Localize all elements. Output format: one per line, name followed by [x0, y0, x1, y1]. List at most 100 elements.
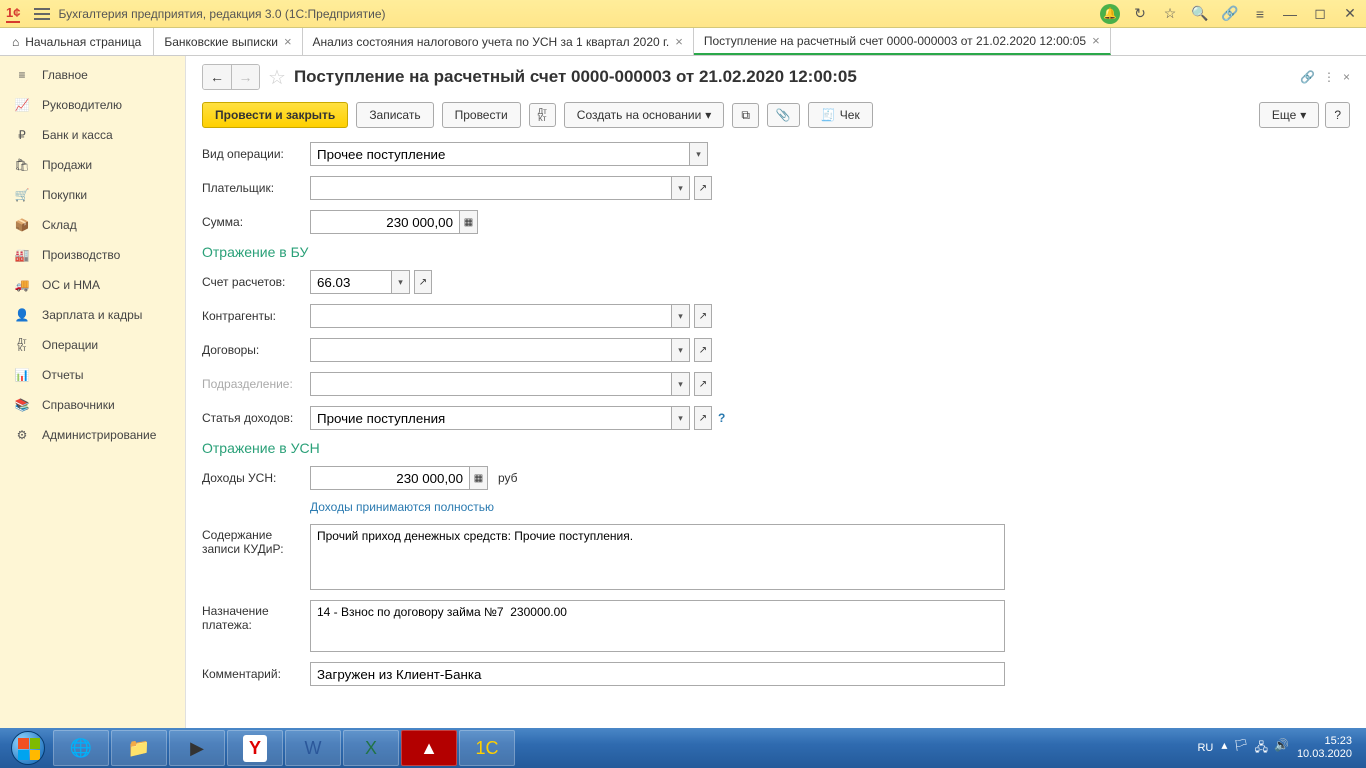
task-excel[interactable]: X	[343, 730, 399, 766]
main-menu-icon[interactable]	[34, 8, 50, 20]
windows-taskbar: 🌐 📁 ▶ Y W X ▲ 1С RU ▴ 🏳 🖧 🔊 15:23 10.03.…	[0, 728, 1366, 768]
save-button[interactable]: Записать	[356, 102, 433, 128]
sidebar-item-production[interactable]: 🏭Производство	[0, 240, 185, 270]
usn-income-field[interactable]	[310, 466, 470, 490]
account-open-button[interactable]: ↗	[414, 270, 432, 294]
structure-button[interactable]: ⧉	[732, 103, 759, 128]
amount-calc-button[interactable]: ▦	[460, 210, 478, 234]
department-open-button[interactable]: ↗	[694, 372, 712, 396]
notifications-icon[interactable]: 🔔	[1100, 4, 1120, 24]
counterparties-dropdown-button[interactable]: ▾	[672, 304, 690, 328]
check-button[interactable]: 🧾 Чек	[808, 102, 873, 128]
home-icon: ⌂	[12, 35, 19, 49]
nav-forward-button[interactable]: →	[231, 65, 259, 89]
tab-usn-analysis[interactable]: Анализ состояния налогового учета по УСН…	[303, 28, 694, 55]
tray-flag-icon[interactable]: 🏳	[1233, 738, 1248, 759]
income-item-dropdown-button[interactable]: ▾	[672, 406, 690, 430]
counterparties-field[interactable]	[310, 304, 672, 328]
tray-icons[interactable]: ▴ 🏳 🖧 🔊	[1221, 738, 1289, 759]
task-yandex[interactable]: Y	[227, 730, 283, 766]
help-button[interactable]: ?	[1325, 102, 1350, 128]
sidebar-item-label: Покупки	[42, 188, 87, 202]
payment-purpose-textarea[interactable]	[310, 600, 1005, 652]
start-button[interactable]	[4, 730, 52, 766]
attach-button[interactable]: 📎	[767, 103, 800, 127]
section-bu-title: Отражение в БУ	[202, 244, 1350, 260]
favorite-star-icon[interactable]: ☆	[268, 65, 286, 90]
amount-field[interactable]	[310, 210, 460, 234]
income-item-help-icon[interactable]: ?	[718, 411, 725, 425]
sidebar-item-bank[interactable]: ₽Банк и касса	[0, 120, 185, 150]
task-pdf[interactable]: ▲	[401, 730, 457, 766]
tray-clock[interactable]: 15:23 10.03.2020	[1297, 735, 1352, 761]
chart-icon: 📈	[14, 98, 30, 112]
income-item-field[interactable]	[310, 406, 672, 430]
department-dropdown-button[interactable]: ▾	[672, 372, 690, 396]
create-based-button[interactable]: Создать на основании ▾	[564, 102, 725, 128]
tab-bank-statements[interactable]: Банковские выписки ×	[154, 28, 302, 55]
sidebar-item-payroll[interactable]: 👤Зарплата и кадры	[0, 300, 185, 330]
task-media[interactable]: ▶	[169, 730, 225, 766]
payer-field[interactable]	[310, 176, 672, 200]
tab-bar: ⌂ Начальная страница Банковские выписки …	[0, 28, 1366, 56]
payer-label: Плательщик:	[202, 181, 310, 195]
more-panel-icon[interactable]: ⋮	[1323, 70, 1335, 84]
payer-dropdown-button[interactable]: ▾	[672, 176, 690, 200]
task-1c[interactable]: 1С	[459, 730, 515, 766]
task-ie[interactable]: 🌐	[53, 730, 109, 766]
account-field[interactable]	[310, 270, 392, 294]
task-word[interactable]: W	[285, 730, 341, 766]
op-type-field[interactable]	[310, 142, 690, 166]
income-item-open-button[interactable]: ↗	[694, 406, 712, 430]
tab-close-icon[interactable]: ×	[1092, 33, 1100, 48]
usn-income-calc-button[interactable]: ▦	[470, 466, 488, 490]
sidebar-item-reports[interactable]: 📊Отчеты	[0, 360, 185, 390]
account-dropdown-button[interactable]: ▾	[392, 270, 410, 294]
contracts-dropdown-button[interactable]: ▾	[672, 338, 690, 362]
maximize-icon[interactable]: ◻	[1310, 4, 1330, 24]
comment-field[interactable]	[310, 662, 1005, 686]
counterparties-open-button[interactable]: ↗	[694, 304, 712, 328]
minimize-icon[interactable]: —	[1280, 4, 1300, 24]
post-close-button[interactable]: Провести и закрыть	[202, 102, 348, 128]
sidebar-item-sales[interactable]: 🛍Продажи	[0, 150, 185, 180]
tab-incoming-payment[interactable]: Поступление на расчетный счет 0000-00000…	[694, 28, 1111, 55]
tray-sound-icon[interactable]: 🔊	[1274, 738, 1289, 759]
tray-network-icon[interactable]: 🖧	[1255, 738, 1268, 759]
favorites-icon[interactable]: ☆	[1160, 4, 1180, 24]
task-explorer[interactable]: 📁	[111, 730, 167, 766]
contracts-field[interactable]	[310, 338, 672, 362]
department-field[interactable]	[310, 372, 672, 396]
close-icon[interactable]: ✕	[1340, 4, 1360, 24]
sidebar-item-purchases[interactable]: 🛒Покупки	[0, 180, 185, 210]
search-icon[interactable]: 🔍	[1190, 4, 1210, 24]
post-button[interactable]: Провести	[442, 102, 521, 128]
contracts-open-button[interactable]: ↗	[694, 338, 712, 362]
tab-close-icon[interactable]: ×	[675, 34, 683, 49]
sidebar-item-manager[interactable]: 📈Руководителю	[0, 90, 185, 120]
link-panel-icon[interactable]: 🔗	[1300, 70, 1315, 84]
sidebar-item-label: Склад	[42, 218, 77, 232]
sidebar-item-admin[interactable]: ⚙Администрирование	[0, 420, 185, 450]
tray-lang[interactable]: RU	[1197, 742, 1213, 754]
sidebar-item-warehouse[interactable]: 📦Склад	[0, 210, 185, 240]
dtkt-button[interactable]: ДтКт	[529, 103, 556, 127]
sidebar-item-assets[interactable]: 🚚ОС и НМА	[0, 270, 185, 300]
sidebar-item-operations[interactable]: ДтКтОперации	[0, 330, 185, 360]
more-button[interactable]: Еще ▾	[1259, 102, 1319, 128]
nav-back-button[interactable]: ←	[203, 65, 231, 89]
sidebar-item-label: Отчеты	[42, 368, 83, 382]
tray-up-icon[interactable]: ▴	[1221, 738, 1227, 759]
tab-home[interactable]: ⌂ Начальная страница	[0, 28, 154, 55]
sidebar-item-main[interactable]: ≡Главное	[0, 60, 185, 90]
settings-icon[interactable]: ≡	[1250, 4, 1270, 24]
history-icon[interactable]: ↻	[1130, 4, 1150, 24]
op-type-dropdown-button[interactable]: ▾	[690, 142, 708, 166]
kudir-textarea[interactable]	[310, 524, 1005, 590]
close-panel-icon[interactable]: ×	[1343, 70, 1350, 84]
tab-close-icon[interactable]: ×	[284, 34, 292, 49]
sidebar-item-references[interactable]: 📚Справочники	[0, 390, 185, 420]
payer-open-button[interactable]: ↗	[694, 176, 712, 200]
income-full-link[interactable]: Доходы принимаются полностью	[310, 500, 494, 514]
link-icon[interactable]: 🔗	[1220, 4, 1240, 24]
